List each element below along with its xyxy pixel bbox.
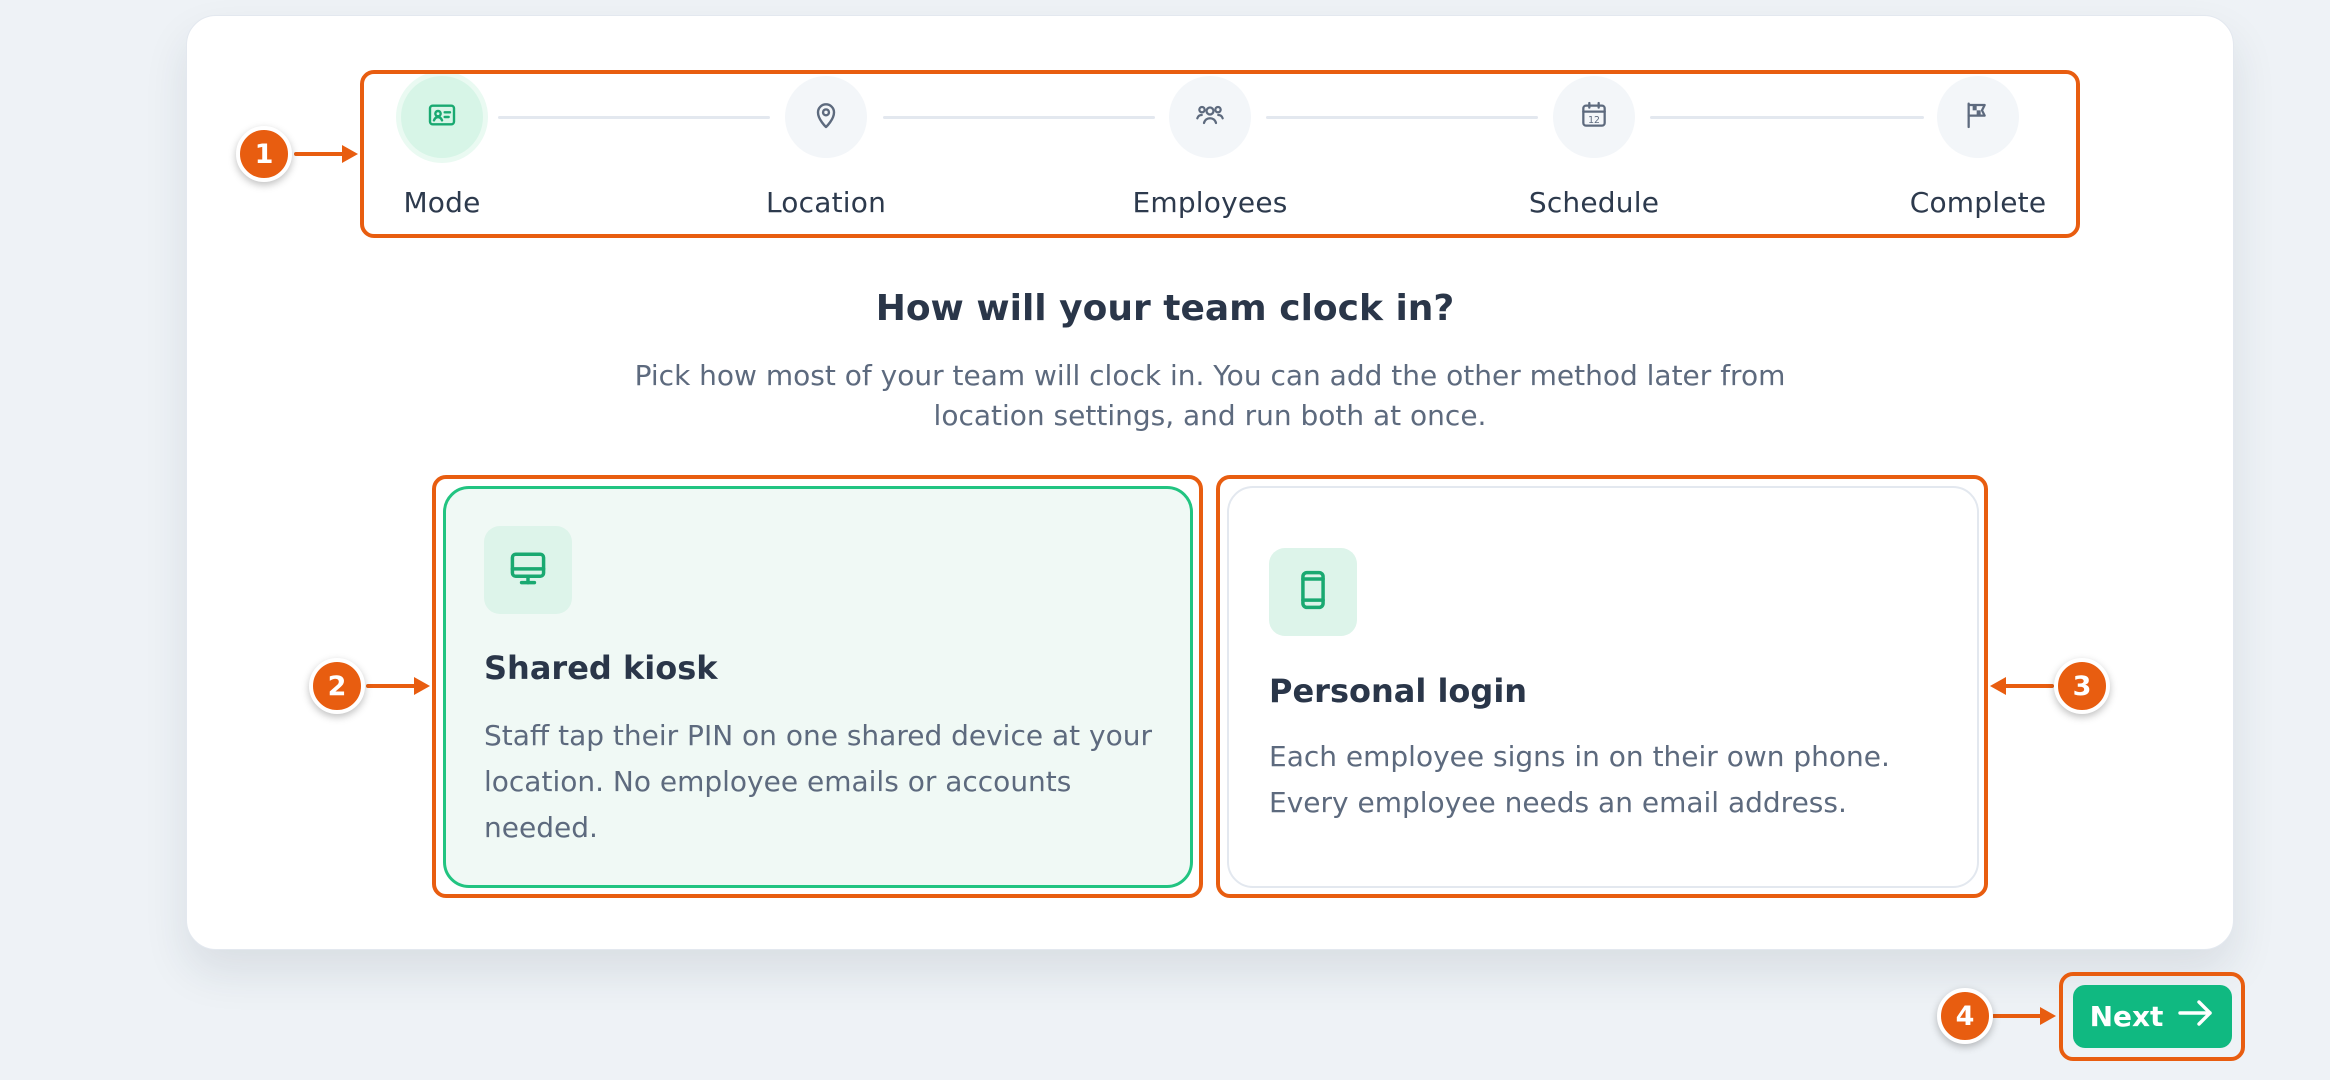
option-title: Shared kiosk <box>484 649 718 687</box>
calendar-day: 12 <box>1588 115 1600 126</box>
step-mode[interactable]: Mode <box>342 76 542 219</box>
option-personal-login[interactable]: Personal login Each employee signs in on… <box>1227 486 1979 888</box>
step-circle: 12 <box>1553 76 1635 158</box>
arrow-right-icon <box>2177 998 2215 1035</box>
annotation-badge: 1 <box>236 126 292 182</box>
step-complete[interactable]: Complete <box>1878 76 2078 219</box>
option-description: Staff tap their PIN on one shared device… <box>484 719 1152 844</box>
step-employees[interactable]: Employees <box>1110 76 1310 219</box>
step-label: Location <box>765 186 887 219</box>
page-title: How will your team clock in? <box>875 288 1455 329</box>
flag-icon <box>1962 99 1994 135</box>
monitor-icon <box>506 546 550 594</box>
annotation-badge: 4 <box>1937 988 1993 1044</box>
step-label: Complete <box>1909 186 2047 219</box>
step-circle <box>1169 76 1251 158</box>
step-label: Mode <box>403 186 481 219</box>
step-label: Schedule <box>1528 186 1660 219</box>
option-title: Personal login <box>1269 672 1528 710</box>
annotation-badge: 3 <box>2054 658 2110 714</box>
step-circle <box>1937 76 2019 158</box>
progress-stepper: Mode Location Employees 12 Schedule Comp… <box>368 76 2076 230</box>
step-circle <box>785 76 867 158</box>
id-card-icon <box>426 99 458 135</box>
users-icon <box>1194 99 1226 135</box>
option-description: Each employee signs in on their own phon… <box>1269 740 1890 819</box>
step-location[interactable]: Location <box>726 76 926 219</box>
option-icon-tile <box>1269 548 1357 636</box>
option-shared-kiosk[interactable]: Shared kiosk Staff tap their PIN on one … <box>443 486 1193 888</box>
annotation-badge: 2 <box>309 658 365 714</box>
phone-icon <box>1291 568 1335 616</box>
map-pin-icon <box>810 99 842 135</box>
page-subtitle: Pick how most of your team will clock in… <box>634 359 1786 432</box>
next-button-label: Next <box>2089 1000 2164 1033</box>
calendar-icon: 12 <box>1578 99 1610 135</box>
option-icon-tile <box>484 526 572 614</box>
step-schedule[interactable]: 12 Schedule <box>1494 76 1694 219</box>
step-circle <box>401 76 483 158</box>
next-button[interactable]: Next <box>2073 985 2232 1048</box>
step-label: Employees <box>1132 186 1288 219</box>
